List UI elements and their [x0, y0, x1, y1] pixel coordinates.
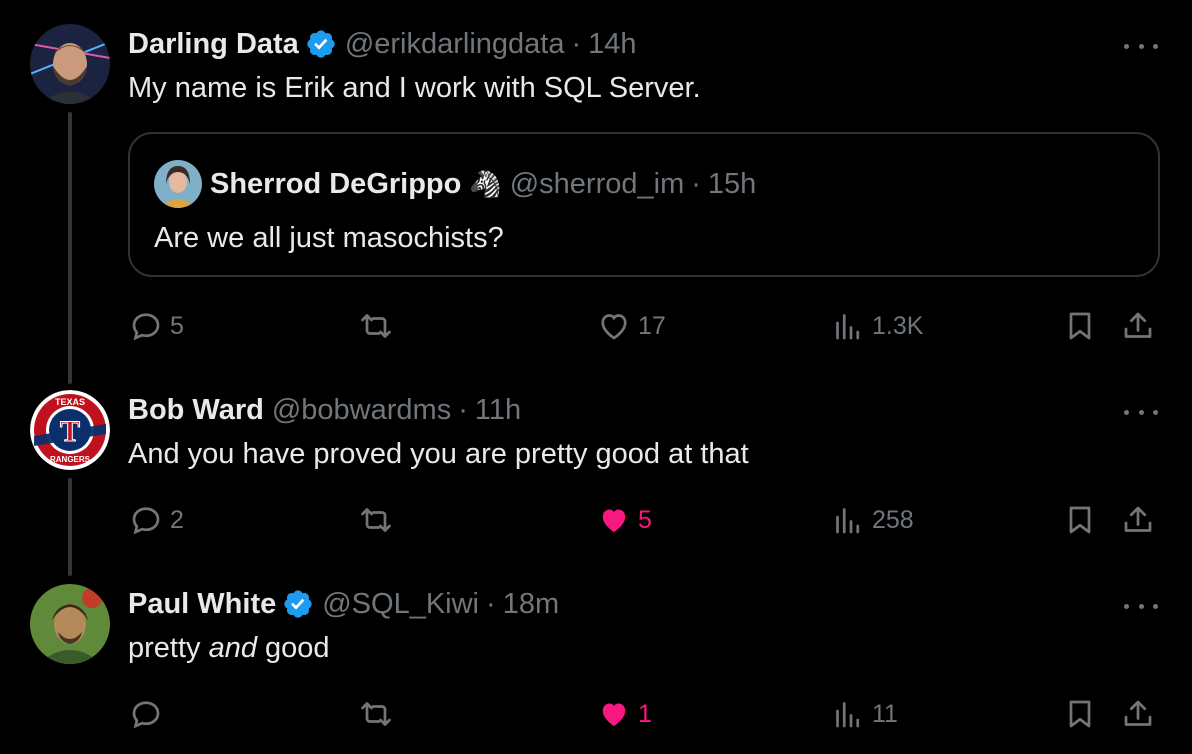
tweet-text: And you have proved you are pretty good … [128, 438, 749, 470]
tweet-text-part: good [256, 632, 330, 664]
author-handle[interactable]: @erikdarlingdata [345, 24, 565, 64]
quoted-tweet-text: Are we all just masochists? [154, 222, 504, 254]
repost-icon [358, 696, 394, 732]
separator-dot: · [691, 168, 701, 200]
tweet-header: Paul White @SQL_Kiwi · 18m [128, 584, 559, 624]
views-count: 258 [872, 505, 914, 534]
separator-dot: · [486, 588, 496, 620]
tweet-darling-data[interactable]: Darling Data @erikdarlingdata · 14h My n… [0, 24, 1192, 354]
separator-dot: · [458, 394, 468, 426]
reply-button[interactable]: 5 [128, 306, 184, 346]
verified-badge-icon [305, 28, 337, 60]
tweet-paul-white[interactable]: Paul White @SQL_Kiwi · 18m pretty and go… [0, 584, 1192, 734]
views-button[interactable]: 258 [830, 500, 914, 540]
tweet-text: pretty and good [128, 628, 330, 668]
repost-icon [358, 308, 394, 344]
reply-icon [128, 696, 164, 732]
share-icon [1120, 696, 1156, 732]
reply-button[interactable]: 2 [128, 500, 184, 540]
author-name[interactable]: Bob Ward [128, 390, 264, 430]
quoted-tweet[interactable]: Sherrod DeGrippo 🦓 @sherrod_im · 15h Are… [128, 132, 1160, 277]
like-count: 17 [638, 311, 666, 340]
like-count: 1 [638, 699, 652, 728]
avatar-text-top: TEXAS [55, 397, 85, 407]
repost-button[interactable] [358, 306, 394, 346]
author-handle[interactable]: @SQL_Kiwi [322, 584, 479, 624]
author-name[interactable]: Paul White [128, 584, 276, 624]
like-button[interactable]: 5 [596, 500, 652, 540]
tweet-header: Bob Ward @bobwardms · 11h [128, 390, 521, 430]
like-icon [596, 696, 632, 732]
bookmark-icon [1062, 502, 1098, 538]
views-button[interactable]: 11 [830, 694, 898, 734]
views-icon [830, 696, 866, 732]
verified-badge-icon [282, 588, 314, 620]
avatar-text-center: T [60, 415, 80, 448]
quoted-author-name[interactable]: Sherrod DeGrippo [210, 164, 461, 204]
like-button[interactable]: 1 [596, 694, 652, 734]
quoted-tweet-header: Sherrod DeGrippo 🦓 @sherrod_im · 15h [210, 164, 756, 204]
timestamp[interactable]: 11h [475, 390, 521, 430]
tweet-bob-ward[interactable]: TEXAS RANGERS T Bob Ward @bobwardms · 11… [0, 390, 1192, 540]
author-name[interactable]: Darling Data [128, 24, 299, 64]
like-count: 5 [638, 505, 652, 534]
views-count: 11 [872, 699, 898, 728]
like-icon [596, 502, 632, 538]
tweet-text-part: pretty [128, 632, 209, 664]
views-count: 1.3K [872, 311, 924, 340]
views-icon [830, 502, 866, 538]
reply-button[interactable] [128, 694, 170, 734]
reply-count: 2 [170, 505, 184, 534]
reply-count: 5 [170, 311, 184, 340]
share-icon [1120, 308, 1156, 344]
reply-icon [128, 308, 164, 344]
bookmark-button[interactable] [1062, 500, 1098, 540]
timestamp[interactable]: 18m [503, 584, 559, 624]
like-button[interactable]: 17 [596, 306, 666, 346]
more-icon[interactable] [1124, 404, 1158, 420]
reply-icon [128, 502, 164, 538]
more-icon[interactable] [1124, 38, 1158, 54]
avatar-sherrod [154, 160, 202, 208]
share-icon [1120, 502, 1156, 538]
views-icon [830, 308, 866, 344]
quoted-author-handle[interactable]: @sherrod_im [510, 164, 685, 204]
bookmark-icon [1062, 696, 1098, 732]
tweet-actions: 2 5 258 [128, 500, 1168, 540]
like-icon [596, 308, 632, 344]
more-icon[interactable] [1124, 598, 1158, 614]
share-button[interactable] [1120, 306, 1156, 346]
bookmark-button[interactable] [1062, 306, 1098, 346]
avatar-paul-white[interactable] [30, 584, 110, 664]
share-button[interactable] [1120, 500, 1156, 540]
repost-button[interactable] [358, 500, 394, 540]
share-button[interactable] [1120, 694, 1156, 734]
tweet-header: Darling Data @erikdarlingdata · 14h [128, 24, 637, 64]
bookmark-button[interactable] [1062, 694, 1098, 734]
repost-icon [358, 502, 394, 538]
avatar-text-bottom: RANGERS [50, 455, 91, 464]
timestamp[interactable]: 14h [588, 24, 636, 64]
avatar-bob-ward[interactable]: TEXAS RANGERS T [30, 390, 110, 470]
tweet-actions: 1 11 [128, 694, 1168, 734]
tweet-actions: 5 17 1.3K [128, 306, 1168, 346]
separator-dot: · [571, 28, 582, 60]
author-handle[interactable]: @bobwardms [272, 390, 451, 430]
views-button[interactable]: 1.3K [830, 306, 923, 346]
avatar-darling-data[interactable] [30, 24, 110, 104]
tweet-text: My name is Erik and I work with SQL Serv… [128, 72, 701, 104]
zebra-emoji-icon: 🦓 [469, 169, 502, 199]
quoted-timestamp[interactable]: 15h [708, 164, 756, 204]
bookmark-icon [1062, 308, 1098, 344]
repost-button[interactable] [358, 694, 394, 734]
tweet-text-emphasis: and [208, 632, 257, 664]
